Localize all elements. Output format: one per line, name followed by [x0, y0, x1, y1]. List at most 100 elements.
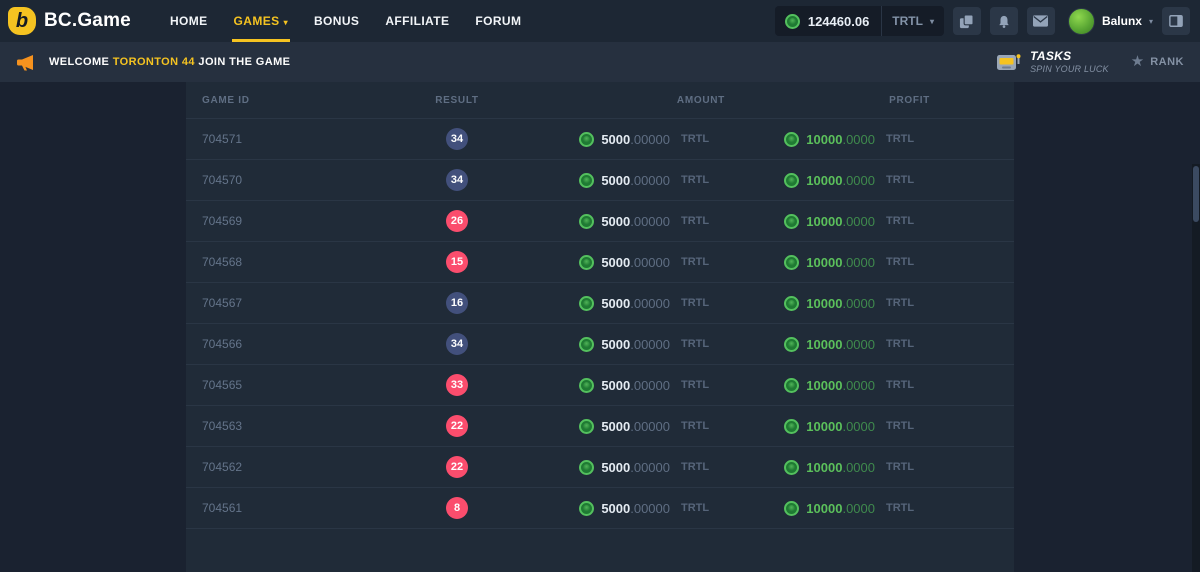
table-row[interactable]: 704561 8 5000.00000 TRTL 10000.0000 TRTL	[186, 488, 1014, 529]
coin-icon	[579, 501, 594, 516]
profit-currency: TRTL	[875, 215, 930, 227]
table-row[interactable]: 704567 16 5000.00000 TRTL 10000.0000 TRT…	[186, 283, 1014, 324]
welcome-username: TORONTON 44	[113, 56, 195, 68]
amount-value: 5000.00000	[601, 214, 670, 229]
result-badge: 16	[446, 292, 468, 314]
profit-int: 10000	[806, 501, 842, 516]
nav-item[interactable]: AFFILIATE	[385, 0, 449, 42]
row-game-id: 704567	[202, 296, 427, 310]
scrollbar-track[interactable]	[1192, 164, 1200, 572]
nav-item[interactable]: BONUS	[314, 0, 359, 42]
result-badge: 22	[446, 456, 468, 478]
row-game-id: 704563	[202, 419, 427, 433]
bcgame-logo-icon: b	[8, 7, 36, 35]
profit-frac: .0000	[842, 337, 875, 352]
amount-frac: .00000	[630, 255, 670, 270]
brand-logo[interactable]: b BC.Game	[8, 7, 131, 35]
profit-currency: TRTL	[875, 297, 930, 309]
profit-frac: .0000	[842, 255, 875, 270]
balance-box[interactable]: 124460.06 TRTL ▾	[775, 6, 944, 36]
profit-currency: TRTL	[875, 256, 930, 268]
coin-icon	[784, 255, 799, 270]
scrollbar-thumb[interactable]	[1193, 166, 1199, 222]
amount-currency: TRTL	[670, 133, 725, 145]
chevron-down-icon: ▾	[284, 18, 288, 27]
amount-value: 5000.00000	[601, 255, 670, 270]
profit-frac: .0000	[842, 460, 875, 475]
notifications-button[interactable]	[990, 7, 1018, 35]
nav-item[interactable]: FORUM	[475, 0, 521, 42]
envelope-icon	[1033, 15, 1048, 27]
coin-icon	[579, 214, 594, 229]
coin-icon	[579, 173, 594, 188]
panel-icon	[1169, 14, 1183, 28]
coin-icon	[784, 378, 799, 393]
amount-currency: TRTL	[670, 215, 725, 227]
amount-value: 5000.00000	[601, 173, 670, 188]
messages-button[interactable]	[1027, 7, 1055, 35]
coin-icon	[579, 296, 594, 311]
result-badge: 15	[446, 251, 468, 273]
amount-currency: TRTL	[670, 379, 725, 391]
currency-select[interactable]: TRTL ▾	[881, 6, 944, 36]
amount-currency: TRTL	[670, 256, 725, 268]
header-profit: PROFIT	[725, 95, 930, 106]
side-panel-button[interactable]	[1162, 7, 1190, 35]
balance-amount: 124460.06	[808, 14, 869, 29]
announcement-bar: WELCOME TORONTON 44 JOIN THE GAME TASKS …	[0, 42, 1200, 82]
navbar-right: 124460.06 TRTL ▾ Ba	[775, 6, 1190, 36]
profit-value: 10000.0000	[806, 214, 875, 229]
welcome-suffix: JOIN THE GAME	[198, 56, 290, 68]
amount-int: 5000	[601, 214, 630, 229]
table-row[interactable]: 704568 15 5000.00000 TRTL 10000.0000 TRT…	[186, 242, 1014, 283]
amount-frac: .00000	[630, 378, 670, 393]
profit-value: 10000.0000	[806, 378, 875, 393]
amount-int: 5000	[601, 419, 630, 434]
profit-currency: TRTL	[875, 174, 930, 186]
profit-frac: .0000	[842, 378, 875, 393]
nav-item[interactable]: HOME	[170, 0, 208, 42]
amount-value: 5000.00000	[601, 501, 670, 516]
coin-icon	[579, 460, 594, 475]
table-row[interactable]: 704566 34 5000.00000 TRTL 10000.0000 TRT…	[186, 324, 1014, 365]
table-row[interactable]: 704571 34 5000.00000 TRTL 10000.0000 TRT…	[186, 119, 1014, 160]
nav-item-label: AFFILIATE	[385, 14, 449, 28]
top-navbar: b BC.Game HOME GAMES ▾ BONUS AFFILIATE F…	[0, 0, 1200, 42]
table-row[interactable]: 704563 22 5000.00000 TRTL 10000.0000 TRT…	[186, 406, 1014, 447]
profit-value: 10000.0000	[806, 173, 875, 188]
table-row[interactable]: 704569 26 5000.00000 TRTL 10000.0000 TRT…	[186, 201, 1014, 242]
amount-int: 5000	[601, 501, 630, 516]
table-row[interactable]: 704570 34 5000.00000 TRTL 10000.0000 TRT…	[186, 160, 1014, 201]
profit-frac: .0000	[842, 173, 875, 188]
megaphone-icon	[16, 54, 37, 71]
profit-currency: TRTL	[875, 461, 930, 473]
tasks-widget[interactable]: TASKS SPIN YOUR LUCK	[996, 50, 1109, 74]
wallet-button[interactable]	[953, 7, 981, 35]
table-row[interactable]: 704565 33 5000.00000 TRTL 10000.0000 TRT…	[186, 365, 1014, 406]
bell-icon	[997, 14, 1011, 29]
coin-icon	[579, 337, 594, 352]
table-row[interactable]: 704562 22 5000.00000 TRTL 10000.0000 TRT…	[186, 447, 1014, 488]
amount-frac: .00000	[630, 419, 670, 434]
amount-int: 5000	[601, 255, 630, 270]
coin-icon	[784, 460, 799, 475]
row-game-id: 704570	[202, 173, 427, 187]
profit-value: 10000.0000	[806, 337, 875, 352]
amount-currency: TRTL	[670, 461, 725, 473]
profit-int: 10000	[806, 337, 842, 352]
amount-int: 5000	[601, 378, 630, 393]
nav-item-label: HOME	[170, 14, 208, 28]
rank-widget[interactable]: ★ RANK	[1131, 54, 1184, 69]
coin-icon	[784, 501, 799, 516]
coin-icon	[784, 296, 799, 311]
result-badge: 8	[446, 497, 468, 519]
amount-value: 5000.00000	[601, 337, 670, 352]
amount-value: 5000.00000	[601, 296, 670, 311]
nav-item[interactable]: GAMES ▾	[234, 0, 288, 42]
amount-currency: TRTL	[670, 420, 725, 432]
star-icon: ★	[1131, 54, 1144, 69]
welcome-message: WELCOME TORONTON 44 JOIN THE GAME	[49, 56, 290, 68]
user-menu[interactable]: Balunx ▾	[1068, 8, 1153, 35]
profit-value: 10000.0000	[806, 255, 875, 270]
amount-frac: .00000	[630, 214, 670, 229]
